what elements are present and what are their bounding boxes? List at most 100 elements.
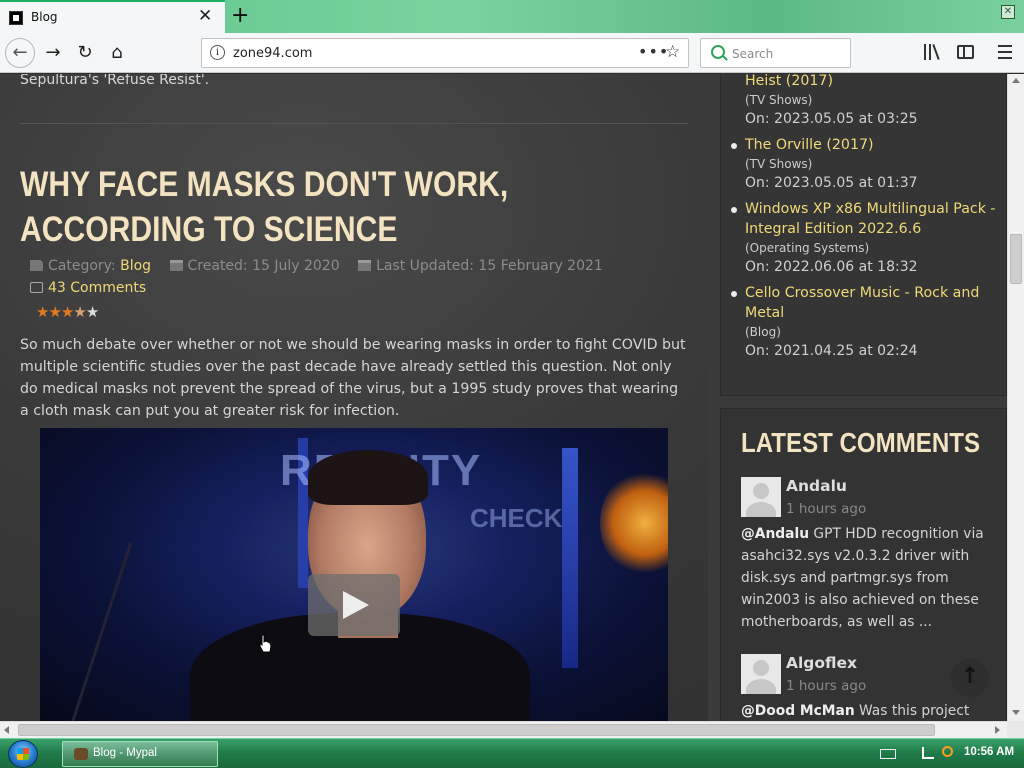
vertical-scrollbar[interactable] xyxy=(1007,74,1024,721)
comment-time: 1 hours ago xyxy=(786,678,867,694)
latest-comments-heading: LATEST COMMENTS xyxy=(741,427,981,458)
recent-item-date: On: 2023.05.05 at 03:25 xyxy=(745,111,918,127)
recent-item-date: On: 2022.06.06 at 18:32 xyxy=(745,259,918,275)
taskbar-window-button[interactable]: Blog - Mypal xyxy=(62,741,218,767)
search-placeholder: Search xyxy=(732,47,774,61)
scrollbar-corner xyxy=(1007,721,1024,738)
list-item: Heist (2017) (TV Shows) On: 2023.05.05 a… xyxy=(745,74,1000,129)
category-link[interactable]: Blog xyxy=(120,258,151,274)
article-intro: So much debate over whether or not we sh… xyxy=(20,337,686,419)
video-player[interactable]: REALITY CHECK xyxy=(40,428,668,721)
previous-article-text: Sepultura's 'Refuse Resist'. xyxy=(20,74,210,88)
page-viewport: Sepultura's 'Refuse Resist'. WHY FACE MA… xyxy=(0,74,1007,721)
tab-strip: Blog ✕ + ✕ xyxy=(0,0,1024,33)
comments-count[interactable]: 43 Comments xyxy=(48,280,146,296)
recent-item-link[interactable]: Heist (2017) xyxy=(745,74,1000,91)
taskbar-window-label: Blog - Mypal xyxy=(93,747,157,759)
sidebar: Heist (2017) (TV Shows) On: 2023.05.05 a… xyxy=(708,74,1007,721)
list-item: Windows XP x86 Multilingual Pack - Integ… xyxy=(731,199,1000,277)
tab-close-icon[interactable]: ✕ xyxy=(198,8,212,25)
system-clock[interactable]: 10:56 AM xyxy=(964,746,1014,758)
comment-text: Was this project xyxy=(854,703,970,719)
latest-comments-panel: LATEST COMMENTS Andalu 1 hours ago @Anda… xyxy=(720,408,1007,721)
horizontal-scroll-thumb[interactable] xyxy=(18,724,935,736)
comment-body[interactable]: @Andalu GPT HDD recognition via asahci32… xyxy=(741,523,989,633)
star-icon[interactable]: ★ xyxy=(48,303,61,321)
recent-item-link[interactable]: Cello Crossover Music - Rock and Metal xyxy=(745,283,1000,323)
hamburger-menu-icon[interactable] xyxy=(998,45,1012,59)
star-icon[interactable]: ★ xyxy=(86,303,99,321)
comments-count-link[interactable]: 43 Comments xyxy=(30,280,146,296)
article-meta: Category: Blog Created: 15 July 2020 Las… xyxy=(30,258,617,274)
scroll-down-arrow-icon[interactable] xyxy=(1012,710,1020,715)
calendar-icon xyxy=(169,260,183,271)
vertical-scroll-thumb[interactable] xyxy=(1010,234,1022,284)
site-info-icon[interactable]: i xyxy=(210,45,225,60)
comment-author: Algoflex xyxy=(786,654,858,672)
scroll-left-arrow-icon[interactable] xyxy=(4,726,9,734)
article-title[interactable]: WHY FACE MASKS DON'T WORK, ACCORDING TO … xyxy=(20,162,691,252)
recent-item-link[interactable]: Windows XP x86 Multilingual Pack - Integ… xyxy=(745,199,1000,239)
hand-cursor-icon xyxy=(259,634,272,653)
video-person xyxy=(308,450,428,505)
avatar xyxy=(741,477,781,517)
calendar-icon xyxy=(358,260,372,271)
comment-body[interactable]: @Dood McMan Was this project xyxy=(741,700,989,721)
created-date: Created: 15 July 2020 xyxy=(187,258,340,274)
scroll-up-arrow-icon[interactable] xyxy=(1012,78,1020,83)
list-item: The Orville (2017) (TV Shows) On: 2023.0… xyxy=(731,135,1000,193)
comment-icon xyxy=(30,282,43,293)
star-icon[interactable]: ★ xyxy=(73,303,86,321)
recent-item-category: (TV Shows) xyxy=(745,157,813,171)
site-favicon-icon xyxy=(9,11,23,25)
home-button[interactable]: ⌂ xyxy=(103,39,131,67)
rating-stars[interactable]: ★★★★★ xyxy=(36,303,99,321)
recent-item-category: (Operating Systems) xyxy=(745,241,870,255)
bullet-icon xyxy=(731,291,737,297)
search-input[interactable]: Search xyxy=(700,38,851,68)
star-icon[interactable]: ★ xyxy=(36,303,49,321)
navigation-toolbar: ← → ↻ ⌂ i zone94.com ••• ☆ Search xyxy=(0,33,1024,73)
avatar xyxy=(741,654,781,694)
video-play-button[interactable] xyxy=(308,574,400,636)
video-backdrop xyxy=(70,542,133,721)
list-item: Cello Crossover Music - Rock and Metal (… xyxy=(731,283,1000,361)
comment-mention: @Andalu xyxy=(741,526,810,542)
bullet-icon xyxy=(731,207,737,213)
updated-date: Last Updated: 15 February 2021 xyxy=(376,258,603,274)
article-divider xyxy=(20,123,688,124)
recent-item-date: On: 2023.05.05 at 01:37 xyxy=(745,175,918,191)
back-button[interactable]: ← xyxy=(5,38,35,68)
forward-button[interactable]: → xyxy=(39,39,67,67)
tab-blog[interactable]: Blog ✕ xyxy=(0,0,225,33)
folder-icon xyxy=(30,260,43,271)
network-icon[interactable] xyxy=(922,747,934,759)
star-icon[interactable]: ★ xyxy=(61,303,74,321)
recent-item-category: (TV Shows) xyxy=(745,93,813,107)
sidebar-toggle-icon[interactable] xyxy=(957,45,974,59)
keyboard-icon[interactable] xyxy=(880,749,896,759)
new-tab-button[interactable]: + xyxy=(231,3,249,28)
scroll-right-arrow-icon[interactable] xyxy=(995,726,1000,734)
library-icon[interactable] xyxy=(924,44,942,60)
horizontal-scrollbar[interactable] xyxy=(0,721,1007,738)
start-button[interactable] xyxy=(8,740,38,768)
category-label: Category: xyxy=(48,258,116,274)
scroll-to-top-button[interactable]: ↑ xyxy=(951,659,989,697)
bookmark-star-icon[interactable]: ☆ xyxy=(665,42,680,62)
recent-item-date: On: 2021.04.25 at 02:24 xyxy=(745,343,918,359)
comment-time: 1 hours ago xyxy=(786,501,867,517)
recent-item-category: (Blog) xyxy=(745,325,781,339)
window-close-button[interactable]: ✕ xyxy=(1001,5,1015,19)
recent-items-list: Heist (2017) (TV Shows) On: 2023.05.05 a… xyxy=(731,74,1000,367)
comment-mention: @Dood McMan xyxy=(741,703,855,719)
address-bar[interactable]: i zone94.com ••• ☆ xyxy=(201,38,689,68)
recent-item-link[interactable]: The Orville (2017) xyxy=(745,135,1000,155)
url-text[interactable]: zone94.com xyxy=(233,46,312,61)
video-backdrop xyxy=(600,468,668,578)
video-sign-text-2: CHECK xyxy=(470,503,563,533)
recent-items-panel: Heist (2017) (TV Shows) On: 2023.05.05 a… xyxy=(720,74,1007,396)
video-backdrop xyxy=(562,448,578,668)
tray-search-icon[interactable] xyxy=(942,746,953,757)
reload-button[interactable]: ↻ xyxy=(71,39,99,67)
